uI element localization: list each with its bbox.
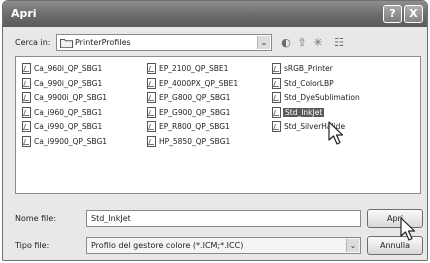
- look-in-value: PrinterProfiles: [75, 38, 131, 47]
- close-button[interactable]: X: [404, 5, 423, 23]
- file-name-field[interactable]: [86, 210, 361, 227]
- file-list[interactable]: Ca_960i_QP_SBG1 Ca_990i_QP_SBG1 Ca_9900i_Q…: [15, 56, 421, 194]
- file-name: Std_ColorLBP: [284, 78, 334, 88]
- document-icon: [22, 92, 31, 103]
- document-icon: [22, 106, 31, 118]
- file-name-input[interactable]: [87, 211, 360, 226]
- document-icon: [272, 121, 281, 132]
- look-in-row: Cerca in: PrinterProfiles ⌄ ◐ ⇧ ✳ ☷: [3, 31, 427, 53]
- dialog-title: Apri: [11, 7, 37, 20]
- file-type-label: Tipo file:: [15, 241, 50, 250]
- up-folder-icon[interactable]: ⇧: [295, 36, 309, 50]
- file-name: Ca_i990_QP_SBG1: [34, 122, 103, 131]
- look-in-label: Cerca in:: [15, 38, 51, 47]
- document-icon: [147, 77, 156, 89]
- document-icon: [22, 77, 31, 89]
- document-icon: [147, 92, 156, 103]
- document-icon: [147, 121, 156, 132]
- chevron-down-icon[interactable]: ⌄: [346, 239, 359, 252]
- file-name: EP_2100_QP_SBE1: [159, 64, 229, 73]
- file-name: Std_DyeSublimation: [284, 93, 360, 102]
- file-name: EP_R800_QP_SBG1: [159, 122, 230, 131]
- file-name: Ca_990i_QP_SBG1: [34, 78, 103, 88]
- document-icon: [272, 63, 281, 74]
- file-name: Ca_960i_QP_SBG1: [34, 64, 103, 73]
- document-icon: [22, 121, 31, 132]
- file-name: Ca_i960_QP_SBG1: [34, 107, 103, 117]
- file-type-select[interactable]: Profilo del gestore colore (*.ICM;*.ICC)…: [86, 237, 361, 254]
- document-icon: [272, 106, 281, 118]
- file-name: Ca_9900i_QP_SBG1: [34, 93, 108, 102]
- document-icon: [272, 77, 281, 89]
- file-name: EP_G900_QP_SBG1: [159, 107, 231, 117]
- file-type-value: Profilo del gestore colore (*.ICM;*.ICC): [91, 241, 244, 250]
- mouse-cursor-icon: [400, 217, 416, 241]
- file-name: sRGB_Printer: [284, 64, 333, 73]
- open-dialog: Apri ? X Cerca in: PrinterProfiles ⌄ ◐ ⇧…: [2, 0, 428, 261]
- document-icon: [147, 135, 156, 147]
- document-icon: [147, 106, 156, 118]
- file-name: Std_InkJet: [283, 107, 325, 117]
- title-bar: Apri ? X: [3, 1, 427, 27]
- file-name-label: Nome file:: [15, 214, 57, 223]
- document-icon: [147, 63, 156, 74]
- file-name: EP_G800_QP_SBG1: [159, 93, 231, 102]
- view-menu-icon[interactable]: ☷: [329, 36, 349, 50]
- back-icon[interactable]: ◐: [279, 36, 293, 50]
- document-icon: [22, 63, 31, 74]
- file-name: Ca_i9900_QP_SBG1: [34, 136, 108, 146]
- chevron-down-icon[interactable]: ⌄: [257, 36, 270, 49]
- new-folder-icon[interactable]: ✳: [311, 36, 325, 50]
- document-icon: [272, 92, 281, 103]
- look-in-combo[interactable]: PrinterProfiles ⌄: [56, 34, 272, 51]
- help-button[interactable]: ?: [383, 5, 402, 23]
- file-name: EP_4000PX_QP_SBE1: [159, 78, 239, 88]
- mouse-cursor-icon: [328, 121, 344, 145]
- file-name: HP_5850_QP_SBG1: [159, 136, 231, 146]
- document-icon: [22, 135, 31, 147]
- folder-icon: [60, 39, 73, 48]
